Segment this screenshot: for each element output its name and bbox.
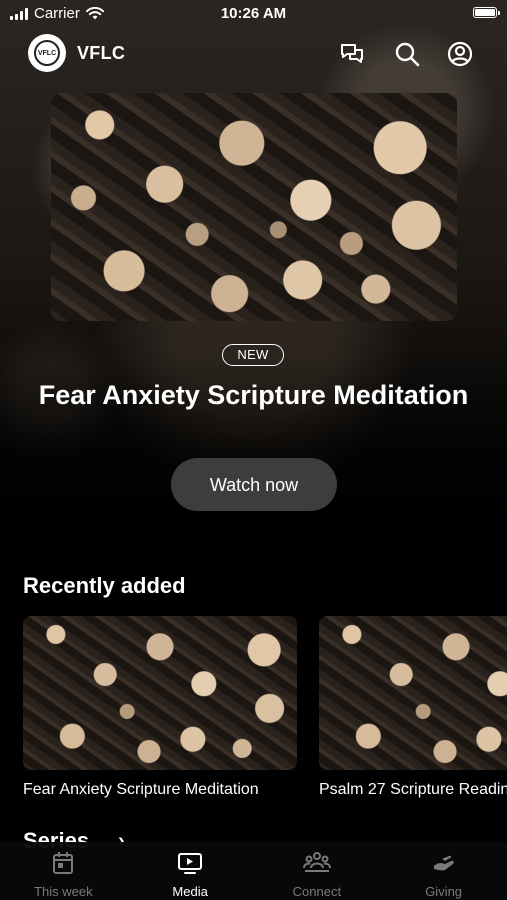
logo-mark: VFLC <box>34 40 60 66</box>
tab-media[interactable]: Media <box>127 842 254 900</box>
hero-image[interactable] <box>51 93 457 321</box>
tab-giving[interactable]: Giving <box>380 842 507 900</box>
search-icon[interactable] <box>393 40 421 68</box>
calendar-icon <box>53 852 74 874</box>
app-screen: Carrier 10:26 AM VFLC VFLC NEW Fear Anxi… <box>0 0 507 900</box>
church-logo[interactable]: VFLC <box>28 34 66 72</box>
tab-label: Connect <box>292 884 342 899</box>
brand-name: VFLC <box>77 43 126 63</box>
people-icon <box>302 852 331 872</box>
tab-connect[interactable]: Connect <box>254 842 381 900</box>
new-badge: NEW <box>222 344 284 366</box>
battery-icon <box>473 7 500 18</box>
status-time: 10:26 AM <box>220 5 287 22</box>
video-icon <box>178 853 203 874</box>
watch-now-button[interactable]: Watch now <box>171 458 337 511</box>
tab-label: Giving <box>425 884 463 899</box>
recently-added-heading: Recently added <box>23 573 186 598</box>
tab-label: This week <box>34 884 93 899</box>
hero-title: Fear Anxiety Scripture Meditation <box>38 380 469 410</box>
status-bar: Carrier 10:26 AM <box>0 0 507 28</box>
account-icon[interactable] <box>446 40 474 68</box>
app-header: VFLC VFLC <box>0 32 507 76</box>
tab-bar: This week Media Connect Giving <box>0 842 507 900</box>
giving-hand-icon <box>433 855 454 871</box>
media-thumbnail[interactable] <box>319 616 507 770</box>
media-thumbnail[interactable] <box>23 616 297 770</box>
tab-label: Media <box>172 884 208 899</box>
chat-icon[interactable] <box>338 40 366 68</box>
media-title[interactable]: Psalm 27 Scripture Reading <box>319 781 507 799</box>
media-title[interactable]: Fear Anxiety Scripture Meditation <box>23 781 297 799</box>
tab-this-week[interactable]: This week <box>0 842 127 900</box>
